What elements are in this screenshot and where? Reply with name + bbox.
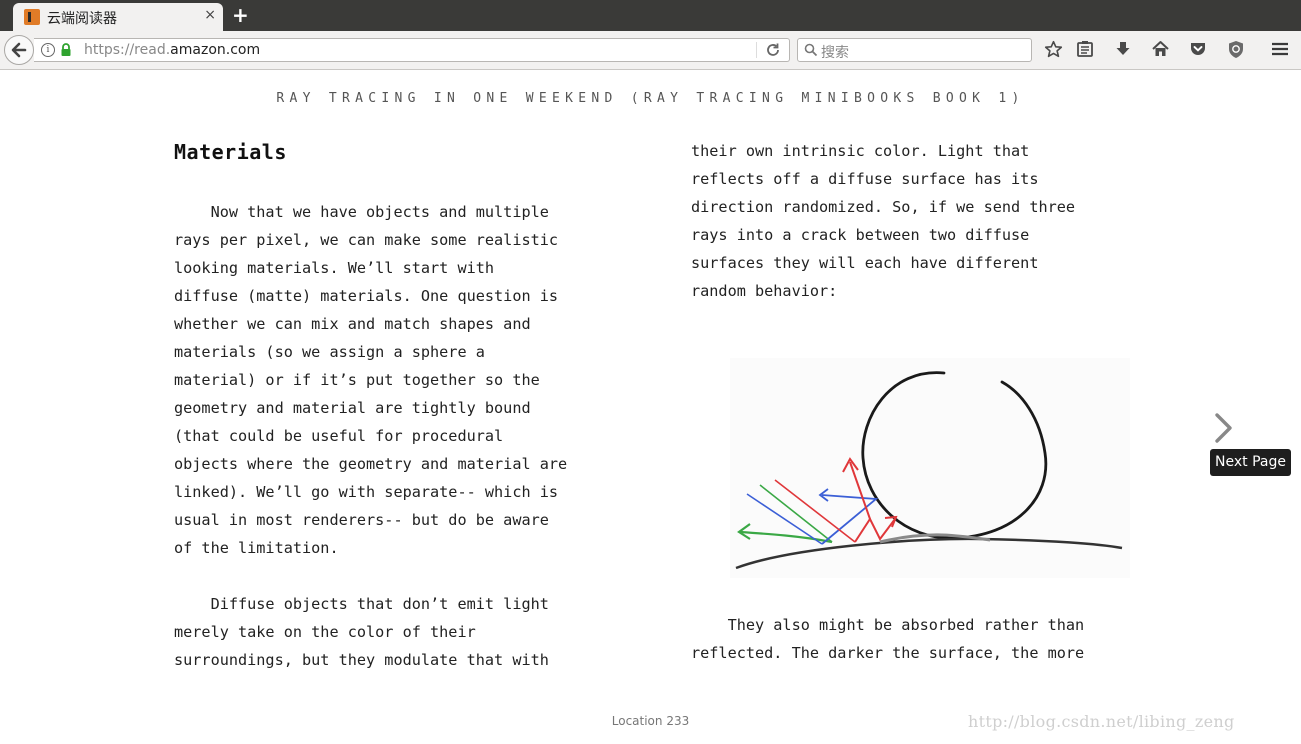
url-prefix: https://read. [84,42,171,58]
text-line: geometry and material are tightly bound [174,399,531,417]
search-bar[interactable]: 搜索 [797,38,1032,62]
reload-icon[interactable] [765,41,781,59]
url-divider [756,42,757,58]
lock-icon[interactable] [60,43,72,57]
tab-strip: 云端阅读器 × + [0,0,1301,31]
section-heading: Materials [174,140,287,164]
shield-icon[interactable] [1227,40,1245,59]
star-icon[interactable] [1044,40,1063,59]
reading-list-icon[interactable] [1076,40,1094,58]
text-line [174,562,567,590]
text-line: materials (so we assign a sphere a [174,343,485,361]
new-tab-button[interactable]: + [232,4,249,26]
text-line: (that could be useful for procedural [174,427,504,445]
text-line: Diffuse objects that don’t emit light [174,595,549,613]
text-line: usual in most renderers-- but do be awar… [174,511,549,529]
text-line: looking materials. We’ll start with [174,259,495,277]
info-icon[interactable]: i [41,43,55,57]
back-button[interactable] [4,35,34,65]
text-line: They also might be absorbed rather than [691,616,1085,634]
text-line: linked). We’ll go with separate-- which … [174,483,559,501]
menu-icon[interactable] [1271,40,1289,58]
diffuse-rays-figure [730,358,1130,578]
text-line: diffuse (matte) materials. One question … [174,287,559,305]
chevron-right-icon[interactable] [1211,411,1237,445]
url-text: https://read.amazon.com [84,42,260,58]
url-bar[interactable]: i https://read.amazon.com [34,38,790,62]
tab-title: 云端阅读器 [47,11,117,27]
text-line: direction randomized. So, if we send thr… [691,198,1076,216]
text-line: objects where the geometry and material … [174,455,568,473]
pocket-icon[interactable] [1189,40,1207,58]
text-line: merely take on the color of their [174,623,476,641]
navigation-toolbar: i https://read.amazon.com 搜索 [0,31,1301,70]
left-column-text: Now that we have objects and multiple ray… [174,198,567,674]
text-line: Now that we have objects and multiple [174,203,549,221]
text-line: of the limitation. [174,539,339,557]
search-icon [804,43,818,57]
text-line: whether we can mix and match shapes and [174,315,531,333]
watermark-text: http://blog.csdn.net/libing_zeng [968,712,1235,731]
book-title: RAY TRACING IN ONE WEEKEND (RAY TRACING … [276,91,1025,106]
text-line: material) or if it’s put together so the [174,371,540,389]
download-icon[interactable] [1114,40,1132,58]
right-column-text-bottom: They also might be absorbed rather than r… [691,611,1084,667]
url-host: amazon.com [170,42,261,58]
text-line: rays into a crack between two diffuse [691,226,1030,244]
right-column-text-top: their own intrinsic color. Light that ref… [691,137,1075,305]
text-line: surroundings, but they modulate that wit… [174,651,549,669]
home-icon[interactable] [1151,40,1170,58]
text-line: reflects off a diffuse surface has its [691,170,1039,188]
text-line: random behavior: [691,282,838,300]
next-page-tooltip: Next Page [1210,449,1291,476]
text-line: reflected. The darker the surface, the m… [691,644,1085,662]
text-line: rays per pixel, we can make some realist… [174,231,559,249]
text-line: their own intrinsic color. Light that [691,142,1030,160]
back-arrow-icon [11,42,27,58]
kindle-favicon-icon [24,9,40,25]
browser-tab[interactable]: 云端阅读器 × [13,3,223,31]
tab-close-icon[interactable]: × [204,7,216,23]
search-input[interactable]: 搜索 [821,42,849,62]
text-line: surfaces they will each have different [691,254,1039,272]
